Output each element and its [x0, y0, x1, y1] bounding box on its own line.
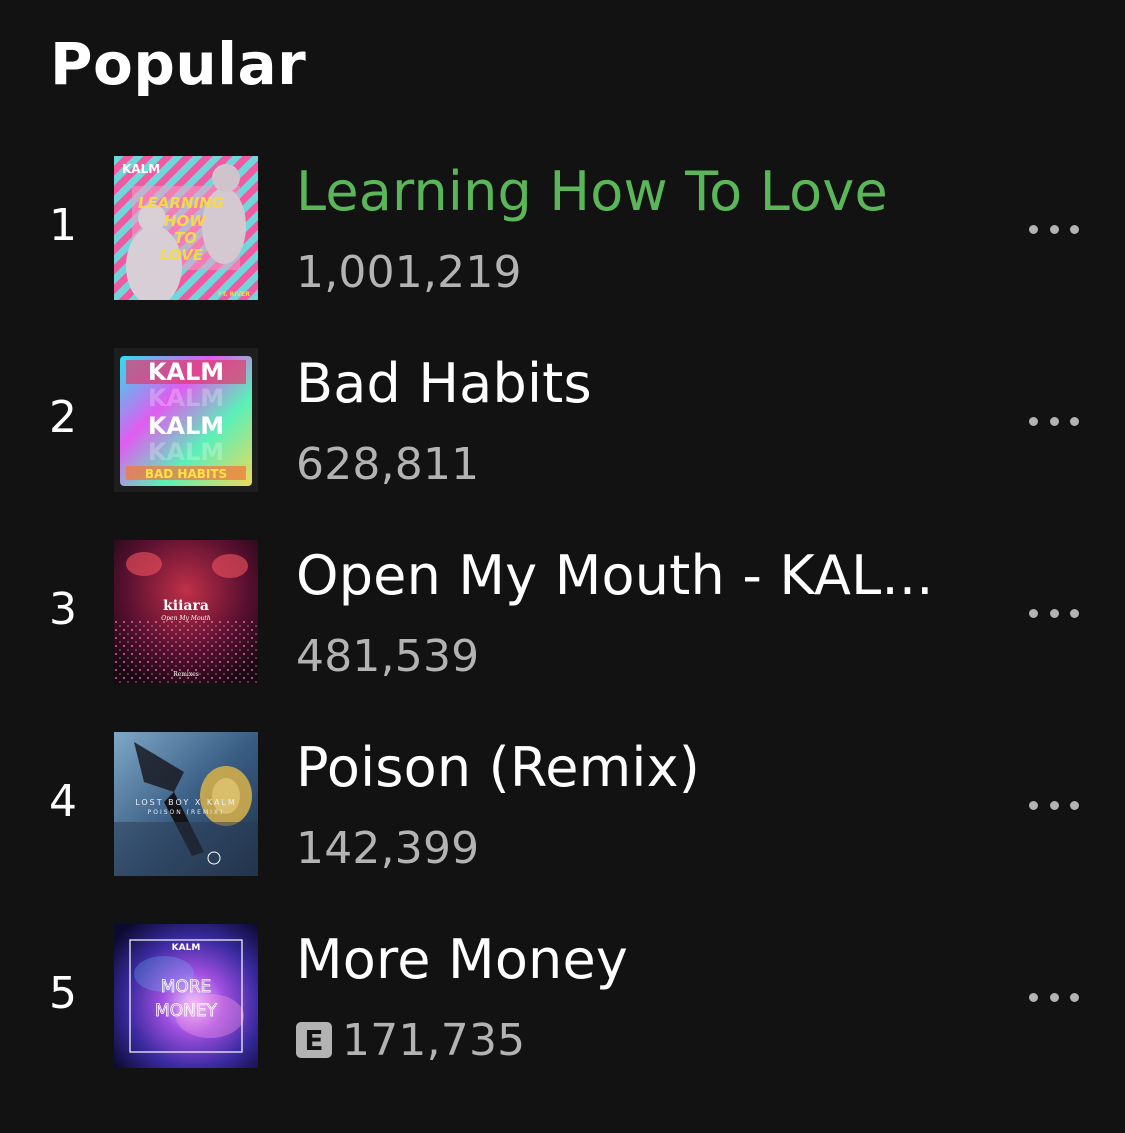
track-row[interactable]: 2 KALM KALM KALM KALM BAD HABITS Bad Hab…: [0, 348, 1125, 540]
track-title[interactable]: Bad Habits: [296, 352, 976, 415]
art-text: LEARNING: [138, 194, 224, 212]
track-rank: 1: [49, 200, 77, 251]
play-count: 481,539: [296, 630, 480, 682]
track-rank: 4: [49, 776, 77, 827]
art-text: TO: [174, 229, 197, 247]
album-art-learning-how-to-love: KALM LEARNING HOW TO LOVE FT. RIVER: [114, 156, 258, 300]
dot: [1049, 224, 1059, 234]
dot: [1049, 416, 1059, 426]
track-rank: 2: [49, 392, 77, 443]
dot: [1049, 992, 1059, 1002]
art-text: BAD HABITS: [145, 467, 227, 481]
dot: [1049, 800, 1059, 810]
dot: [1070, 800, 1079, 810]
plays-line: 142,399: [296, 820, 479, 876]
play-count: 628,811: [296, 438, 480, 490]
album-art: KALM KALM KALM KALM BAD HABITS: [114, 348, 258, 492]
art-text: KALM: [148, 412, 224, 440]
play-count: 171,735: [342, 1014, 526, 1066]
album-art-bad-habits: KALM KALM KALM KALM BAD HABITS: [114, 348, 258, 492]
album-art-poison-remix: LOST BOY X KALM POISON (REMIX): [114, 732, 258, 876]
track-rank: 3: [49, 584, 77, 635]
art-text: KALM: [122, 162, 160, 176]
track-row[interactable]: 3 kiiara Open My Mouth Remixes Open My M…: [0, 540, 1125, 732]
track-title[interactable]: Learning How To Love: [296, 160, 976, 223]
plays-line: 1,001,219: [296, 244, 522, 300]
more-options-icon[interactable]: [1029, 406, 1079, 436]
art-text: POISON (REMIX): [148, 809, 225, 816]
track-list: 1 KALM LEARNING HOW TO LOVE FT. RIVER Le…: [0, 156, 1125, 1116]
play-count: 142,399: [296, 822, 480, 874]
dot: [1029, 608, 1038, 618]
art-text: LOST BOY X KALM: [135, 798, 237, 807]
more-options-icon[interactable]: [1029, 214, 1079, 244]
art-text: KALM: [148, 438, 224, 466]
dot: [1070, 608, 1079, 618]
dot: [1070, 416, 1079, 426]
more-options-icon[interactable]: [1029, 598, 1079, 628]
dot: [1029, 224, 1038, 234]
track-title[interactable]: More Money: [296, 928, 976, 991]
art-text: MORE: [161, 977, 212, 997]
album-art-open-my-mouth: kiiara Open My Mouth Remixes: [114, 540, 258, 684]
album-art: KALM MORE MONEY: [114, 924, 258, 1068]
album-art-more-money: KALM MORE MONEY: [114, 924, 258, 1068]
dot: [1029, 800, 1038, 810]
plays-line: 628,811: [296, 436, 479, 492]
track-rank: 5: [49, 968, 77, 1019]
art-text: MONEY: [155, 1001, 218, 1021]
art-text: Open My Mouth: [161, 615, 211, 622]
play-count: 1,001,219: [296, 246, 522, 298]
track-title[interactable]: Open My Mouth - KAL...: [296, 544, 976, 607]
art-text: HOW: [164, 212, 207, 230]
explicit-badge-icon: E: [296, 1022, 332, 1058]
section-title: Popular: [50, 30, 307, 98]
album-art: kiiara Open My Mouth Remixes: [114, 540, 258, 684]
plays-line: 481,539: [296, 628, 479, 684]
album-art: KALM LEARNING HOW TO LOVE FT. RIVER: [114, 156, 258, 300]
dot: [1070, 224, 1079, 234]
album-art: LOST BOY X KALM POISON (REMIX): [114, 732, 258, 876]
art-text: Remixes: [173, 671, 199, 678]
more-options-icon[interactable]: [1029, 790, 1079, 820]
art-text: KALM: [172, 943, 201, 953]
art-text: kiiara: [163, 598, 209, 614]
track-row[interactable]: 4 LOST BOY X KALM POISON (REMIX) Poison …: [0, 732, 1125, 924]
track-row[interactable]: 1 KALM LEARNING HOW TO LOVE FT. RIVER Le…: [0, 156, 1125, 348]
dot: [1029, 992, 1038, 1002]
art-text: KALM: [148, 384, 224, 412]
art-text: KALM: [148, 358, 224, 386]
art-text: LOVE: [160, 246, 204, 264]
dot: [1070, 992, 1079, 1002]
more-options-icon[interactable]: [1029, 982, 1079, 1012]
track-title[interactable]: Poison (Remix): [296, 736, 976, 799]
art-text: FT. RIVER: [218, 291, 250, 298]
track-row[interactable]: 5 KALM MORE MONEY More Money E 171,735: [0, 924, 1125, 1116]
plays-line: E 171,735: [296, 1012, 525, 1068]
dot: [1029, 416, 1038, 426]
dot: [1049, 608, 1059, 618]
